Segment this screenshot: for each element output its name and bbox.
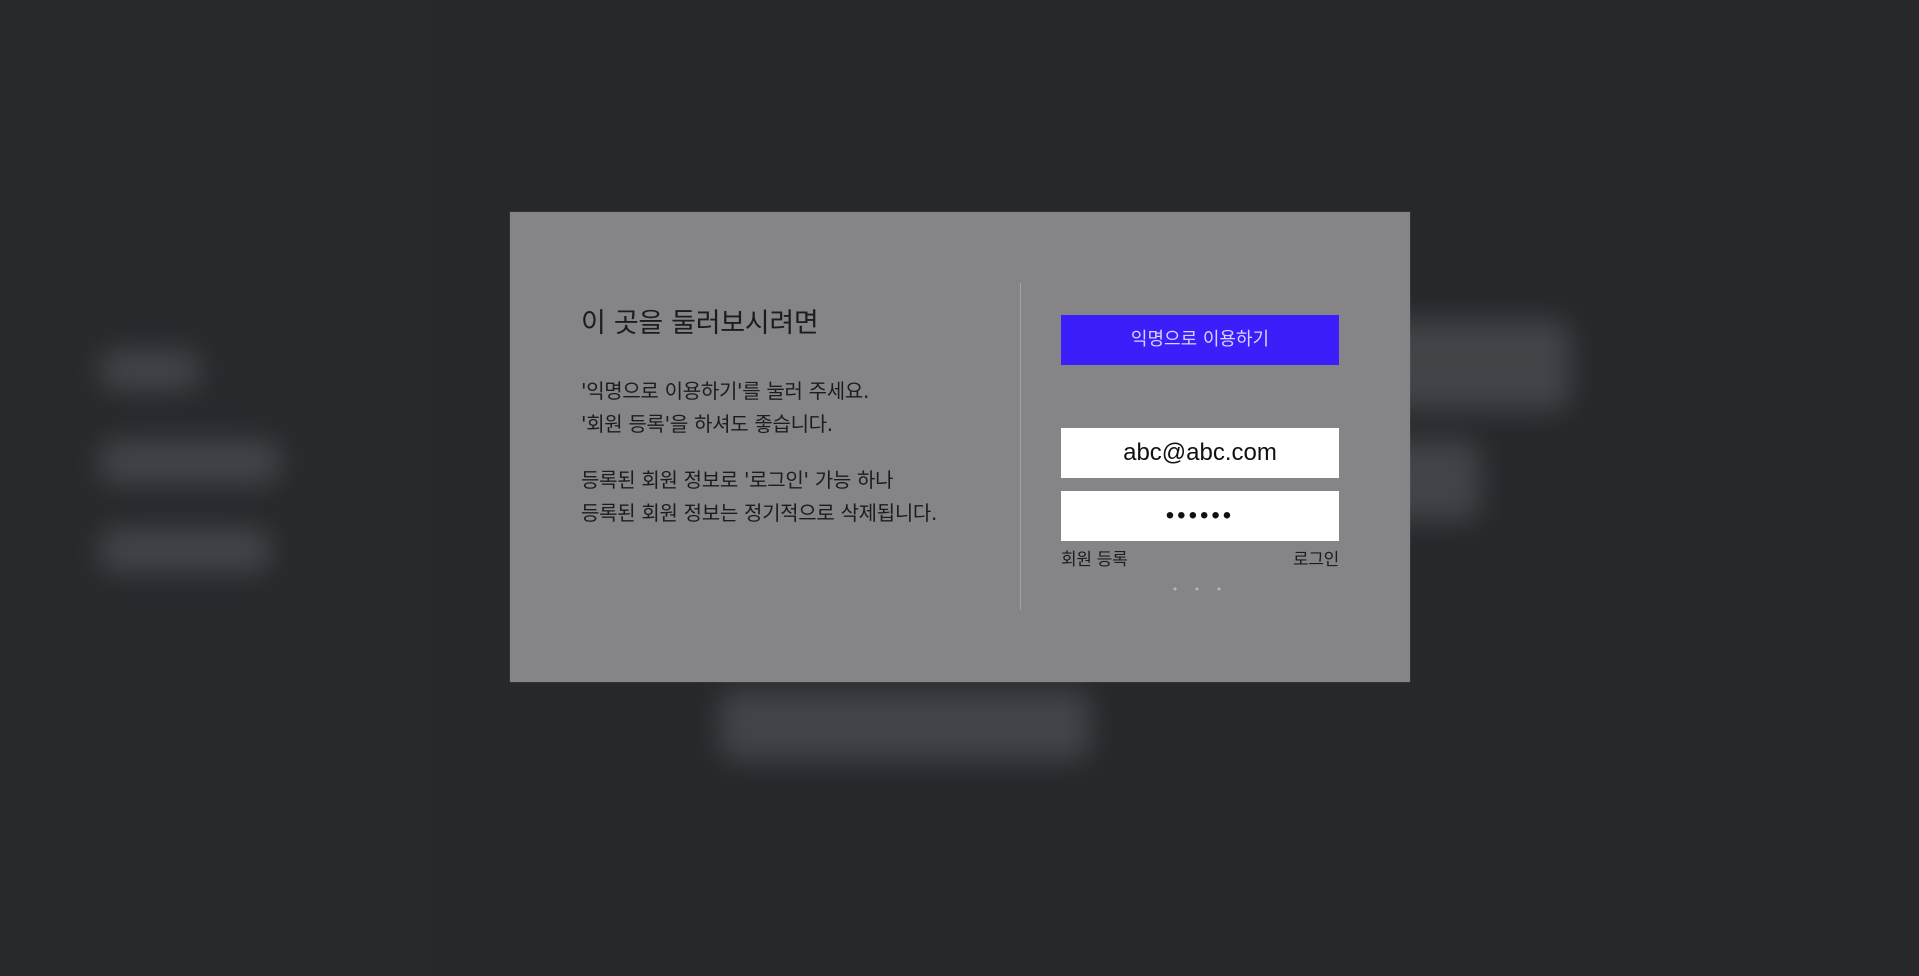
more-indicator: • • • [1171,583,1229,596]
notice-line: 등록된 회원 정보로 '로그인' 가능 하나 [581,468,894,492]
intro-panel: 이 곳을 둘러보시려면 '익명으로 이용하기'를 눌러 주세요. '회원 등록'… [581,306,1001,553]
instruction-line: '익명으로 이용하기'를 눌러 주세요. [581,379,870,403]
login-notice: 등록된 회원 정보로 '로그인' 가능 하나 등록된 회원 정보는 정기적으로 … [581,464,1001,530]
email-field[interactable] [1061,428,1339,478]
password-field[interactable] [1061,491,1339,541]
register-link[interactable]: 회원 등록 [1061,545,1128,570]
background-blur-shape [100,440,280,484]
background-sidebar [0,0,432,976]
welcome-dialog: 이 곳을 둘러보시려면 '익명으로 이용하기'를 눌러 주세요. '회원 등록'… [510,212,1410,682]
dialog-title: 이 곳을 둘러보시려면 [581,308,819,339]
background-blur-shape [100,528,270,572]
login-link[interactable]: 로그인 [1293,545,1339,570]
vertical-divider [1020,283,1021,610]
notice-line: 등록된 회원 정보는 정기적으로 삭제됩니다. [581,501,938,525]
auth-panel: 익명으로 이용하기 회원 등록 로그인 • • • [1061,315,1339,596]
background-blur-shape [720,690,1090,760]
anonymous-access-button[interactable]: 익명으로 이용하기 [1061,315,1339,365]
auth-links: 회원 등록 로그인 [1061,545,1339,570]
background-blur-shape [100,350,200,390]
instruction-line: '회원 등록'을 하셔도 좋습니다. [581,412,833,436]
anonymous-instructions: '익명으로 이용하기'를 눌러 주세요. '회원 등록'을 하셔도 좋습니다. [581,375,1001,441]
